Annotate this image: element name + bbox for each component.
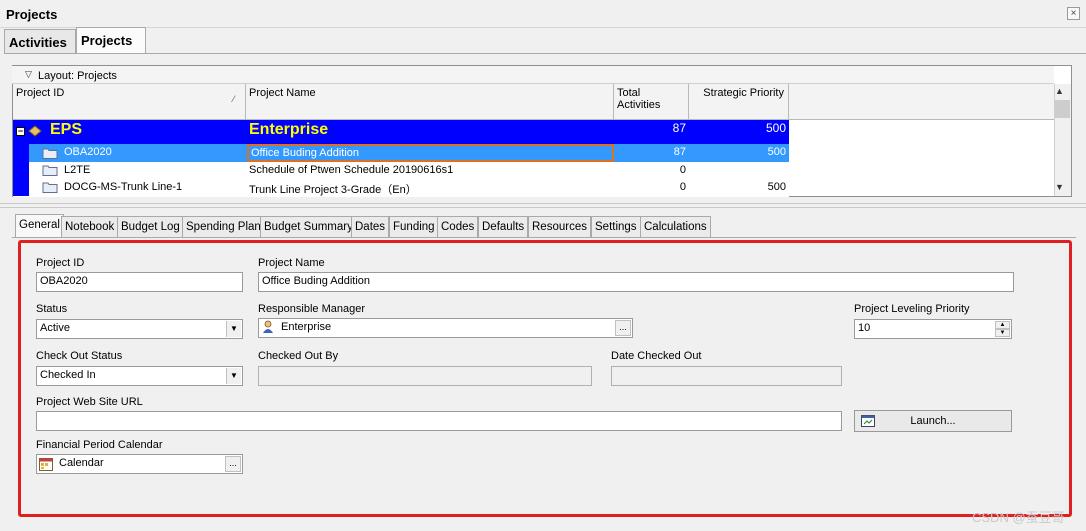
spin-up-icon[interactable]: ▲ [995,321,1010,329]
cell-strategic-priority: 500 [767,181,786,193]
responsible-manager-value: Enterprise [281,321,332,333]
scroll-down-icon[interactable]: ▼ [1055,182,1064,192]
column-header-strategic-priority[interactable]: Strategic Priority [689,84,789,120]
cell-total-activities: 0 [679,164,686,176]
folder-icon [42,165,58,176]
browser-icon [861,415,875,427]
tab-calculations[interactable]: Calculations [640,216,711,237]
cell-project-id: EPS [50,121,83,138]
tab-divider [12,237,1076,238]
cell-project-name-editing[interactable]: Office Buding Addition [247,144,614,162]
project-name-label: Project Name [258,257,325,269]
tab-notebook[interactable]: Notebook [61,216,119,237]
checkout-status-label: Check Out Status [36,350,123,362]
leveling-priority-stepper[interactable]: 10 ▲ ▼ [854,319,1012,339]
cell-project-name: Trunk Line Project 3-Grade（En） [249,184,417,196]
tab-budget-summary[interactable]: Budget Summary [260,216,357,237]
cell-total-activities: 87 [672,121,686,135]
project-id-label: Project ID [36,257,85,269]
browse-button[interactable]: ... [225,456,241,472]
layout-label[interactable]: Layout: Projects [38,70,117,82]
tree-indent [13,179,29,196]
financial-calendar-label: Financial Period Calendar [36,439,163,451]
column-resize-icon: ⁄ [233,94,235,104]
person-icon [263,320,273,333]
web-site-url-field[interactable] [36,411,842,431]
scroll-up-icon[interactable]: ▲ [1055,86,1064,96]
tab-general[interactable]: General [15,214,64,238]
folder-icon [42,182,58,193]
chevron-down-icon[interactable]: ▼ [226,368,241,384]
chevron-down-icon[interactable]: ▼ [226,321,241,337]
chevron-down-icon[interactable]: ▽ [25,69,32,80]
web-site-url-label: Project Web Site URL [36,396,143,408]
calendar-icon [39,458,53,471]
project-name-field[interactable]: Office Buding Addition [258,272,1014,292]
window-title: Projects [6,7,58,22]
column-header-project-name[interactable]: Project Name [246,84,614,120]
checkout-status-select[interactable]: Checked In ▼ [36,366,243,386]
eps-icon [28,125,42,137]
tab-settings[interactable]: Settings [591,216,641,237]
layout-bar[interactable] [12,66,1054,84]
launch-button[interactable]: Launch... [854,410,1012,432]
scroll-thumb[interactable] [1055,100,1070,118]
responsible-manager-label: Responsible Manager [258,303,366,315]
folder-icon [42,148,58,159]
cell-total-activities: 0 [679,181,686,193]
tree-indent [13,162,29,179]
status-value: Active [40,322,70,334]
date-checked-out-label: Date Checked Out [611,350,702,362]
tab-funding[interactable]: Funding [389,216,439,237]
leveling-priority-value: 10 [858,322,871,334]
tab-projects[interactable]: Projects [76,27,146,54]
column-header-project-id[interactable]: Project ID [13,84,246,120]
launch-button-label: Launch... [910,415,956,427]
status-select[interactable]: Active ▼ [36,319,243,339]
date-checked-out-field [611,366,842,386]
checked-out-by-field [258,366,592,386]
financial-calendar-value: Calendar [59,457,104,469]
financial-calendar-field[interactable]: Calendar ... [36,454,243,474]
checked-out-by-label: Checked Out By [258,350,339,362]
cell-project-id: OBA2020 [64,146,112,158]
responsible-manager-field[interactable]: Enterprise ... [258,318,633,338]
close-button[interactable]: × [1067,7,1080,20]
status-label: Status [36,303,68,315]
tree-indent [13,144,29,162]
cell-total-activities: 87 [673,146,686,158]
browse-button[interactable]: ... [615,320,631,336]
collapse-icon[interactable]: − [16,127,25,136]
column-header-empty [789,84,1054,120]
tab-dates[interactable]: Dates [351,216,390,237]
watermark: CSDN @蚕豆哥 [972,510,1065,525]
cell-project-name: Schedule of Ptwen Schedule 20190616s1 [249,164,454,176]
tab-budget-log[interactable]: Budget Log [117,216,184,237]
cell-project-id: L2TE [64,164,91,176]
project-id-field[interactable]: OBA2020 [36,272,243,292]
column-header-total-activities[interactable]: Total Activities [614,84,689,120]
spin-down-icon[interactable]: ▼ [995,329,1010,337]
cell-project-id: DOCG-MS-Trunk Line-1 [64,181,183,193]
panel-splitter[interactable] [0,203,1086,208]
tab-divider [4,53,1086,54]
cell-strategic-priority: 500 [767,146,786,158]
cell-project-name: Enterprise [249,121,329,138]
tab-codes[interactable]: Codes [437,216,479,237]
tab-defaults[interactable]: Defaults [478,216,529,237]
title-bar [0,0,1086,28]
tab-activities[interactable]: Activities [4,29,76,53]
tab-spending-plan[interactable]: Spending Plan [182,216,265,237]
tab-resources[interactable]: Resources [528,216,591,237]
checkout-status-value: Checked In [40,369,96,381]
cell-strategic-priority: 500 [765,121,786,135]
leveling-priority-label: Project Leveling Priority [854,303,970,315]
